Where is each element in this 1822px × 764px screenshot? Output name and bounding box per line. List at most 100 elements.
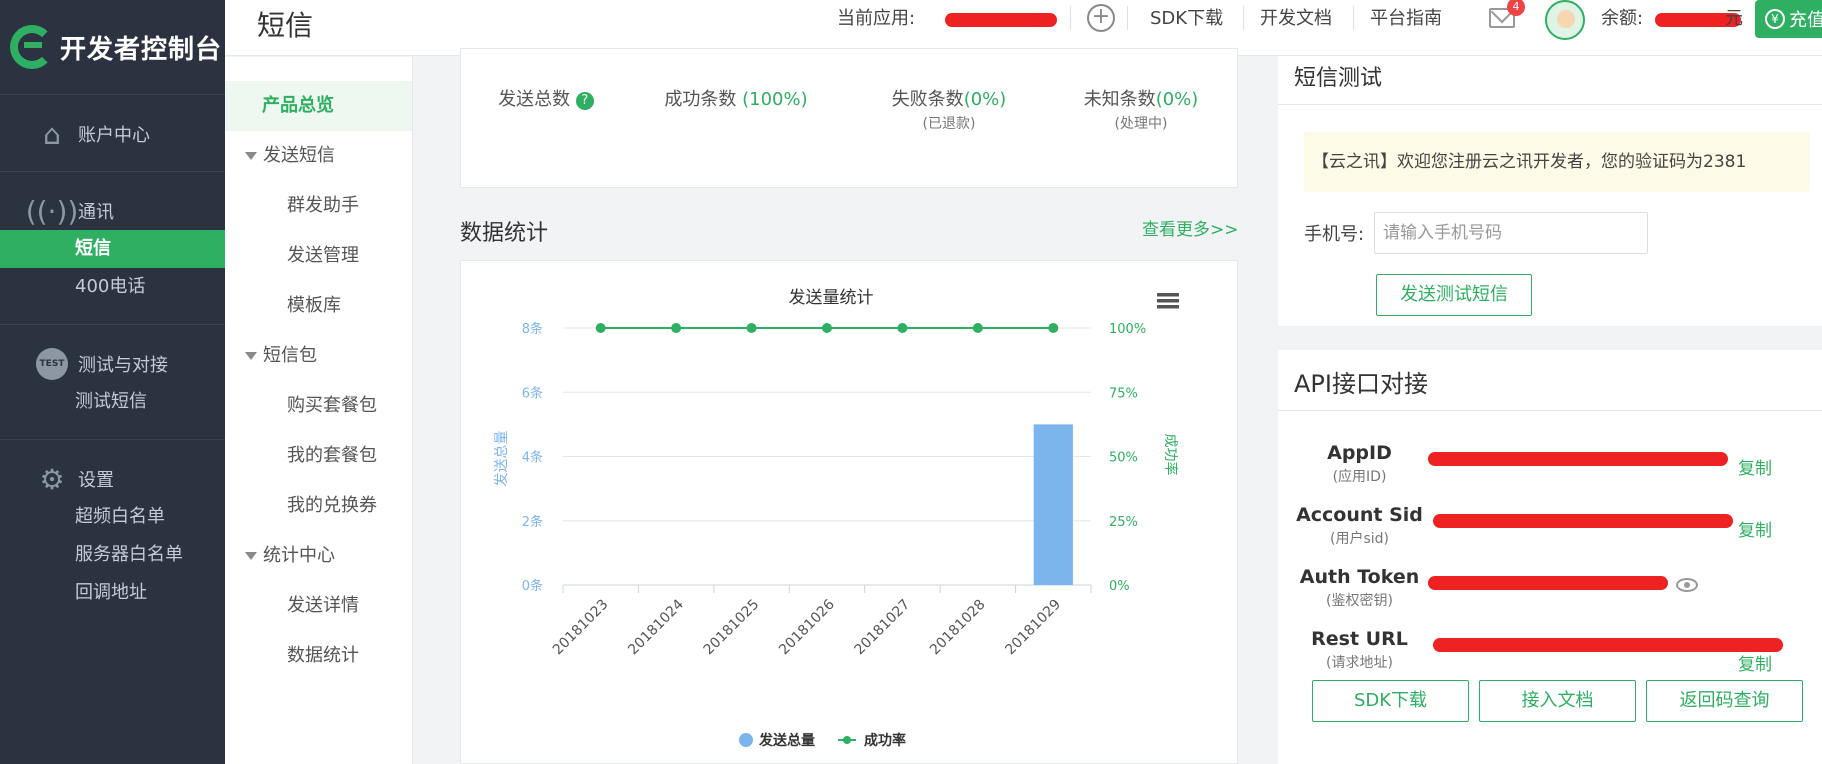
logo[interactable]: 开发者控制台 — [0, 0, 225, 95]
x-tick-label: 20181028 — [927, 597, 989, 659]
chart-title: 发送量统计 — [789, 288, 874, 308]
chart-bar — [1033, 424, 1073, 585]
divider — [1278, 104, 1822, 105]
stat-fail-pct: (0%) — [963, 89, 1007, 110]
credential-sublabel: (请求地址) — [1326, 655, 1393, 671]
submenu-group-label: 统计中心 — [263, 545, 335, 566]
recharge-label: 充值 — [1789, 10, 1822, 31]
main-sidebar: 开发者控制台 ⌂ 账户中心 ((·)) 通讯 短信 400电话 TEST 测试与… — [0, 0, 225, 764]
sidebar-item-400-phone[interactable]: 400电话 — [0, 268, 225, 306]
credential-label: AppID — [1327, 442, 1392, 464]
sms-preview-text: 【云之讯】欢迎您注册云之讯开发者，您的验证码为2381 — [1304, 132, 1810, 192]
y-tick-label: 6条 — [522, 385, 543, 401]
app-name-redaction[interactable] — [945, 13, 1057, 27]
y-tick-label: 4条 — [522, 450, 543, 466]
submenu-item-buy-package[interactable]: 购买套餐包 — [225, 381, 412, 431]
submenu-group-label: 短信包 — [263, 345, 317, 366]
sdk-download-link[interactable]: SDK下载 — [1150, 7, 1223, 31]
sidebar-item-test[interactable]: TEST 测试与对接 — [0, 345, 225, 383]
submenu-item-template-library[interactable]: 模板库 — [225, 281, 412, 331]
divider — [1353, 6, 1354, 30]
sidebar-item-sms[interactable]: 短信 — [0, 230, 225, 268]
platform-guide-link[interactable]: 平台指南 — [1370, 7, 1442, 31]
return-code-lookup-button[interactable]: 返回码查询 — [1646, 680, 1803, 722]
chart-card: 发送量统计 0条 0% 2条 25% 4条 50% 6条 75% 8条 100% 发送总量 成功率 201… — [460, 260, 1238, 764]
credential-sublabel: (鉴权密钥) — [1326, 593, 1393, 609]
submenu-item-overview[interactable]: 产品总览 — [225, 81, 412, 131]
submenu-group-send-sms[interactable]: 发送短信 — [225, 131, 412, 181]
submenu-item-my-packages[interactable]: 我的套餐包 — [225, 431, 412, 481]
show-token-eye-icon[interactable] — [1676, 578, 1698, 592]
submenu-group-stats-center[interactable]: 统计中心 — [225, 531, 412, 581]
hamburger-menu-icon[interactable] — [1157, 293, 1179, 309]
success-rate-point — [822, 323, 832, 333]
divider — [1278, 410, 1822, 411]
sidebar-item-test-sms[interactable]: 测试短信 — [0, 383, 225, 421]
submenu-item-bulk-assistant[interactable]: 群发助手 — [225, 181, 412, 231]
submenu-item-data-stats[interactable]: 数据统计 — [225, 631, 412, 681]
integration-docs-button[interactable]: 接入文档 — [1479, 680, 1636, 722]
copy-appid-button[interactable]: 复制 — [1738, 454, 1772, 479]
success-rate-point — [595, 323, 606, 333]
account-sid-value-redaction — [1433, 514, 1733, 528]
dev-docs-link[interactable]: 开发文档 — [1260, 7, 1332, 31]
stat-success-pct: (100%) — [742, 89, 808, 110]
sdk-download-button[interactable]: SDK下载 — [1312, 680, 1469, 722]
credential-sublabel: (应用ID) — [1332, 469, 1387, 485]
submenu-group-sms-package[interactable]: 短信包 — [225, 331, 412, 381]
legend-marker-total — [739, 733, 753, 747]
sidebar-item-overfreq-whitelist[interactable]: 超频白名单 — [0, 498, 225, 536]
y-tick-label: 8条 — [522, 321, 543, 337]
y2-tick-label: 25% — [1109, 515, 1138, 530]
sidebar-item-settings[interactable]: ⚙ 设置 — [0, 460, 225, 498]
stat-total-label: 发送总数 — [498, 89, 571, 110]
stat-fail-note: (已退款) — [922, 116, 976, 132]
sidebar-item-callback-url[interactable]: 回调地址 — [0, 574, 225, 612]
logo-mark-icon — [10, 25, 54, 69]
credential-row-rest-url: Rest URL (请求地址) 复制 — [1278, 628, 1822, 678]
phone-label: 手机号: — [1304, 224, 1365, 245]
stat-unknown-label: 未知条数 — [1083, 89, 1156, 110]
legend-label-total: 发送总量 — [758, 732, 815, 749]
help-question-icon[interactable]: ? — [575, 92, 594, 110]
credential-label: Rest URL — [1311, 628, 1408, 650]
test-icon-wrap: TEST — [32, 346, 72, 382]
copy-account-sid-button[interactable]: 复制 — [1738, 516, 1772, 541]
stat-unknown-note: (处理中) — [1114, 116, 1168, 132]
success-rate-point — [897, 323, 908, 333]
x-tick-label: 20181025 — [701, 597, 763, 659]
sidebar-item-label: 账户中心 — [78, 125, 150, 146]
y-axis-label: 发送总量 — [494, 431, 510, 487]
x-tick-label: 20181023 — [550, 597, 612, 659]
current-app-label: 当前应用: — [837, 8, 916, 29]
y-tick-label: 2条 — [522, 514, 543, 530]
x-tick-label: 20181027 — [852, 597, 914, 659]
submenu-item-send-management[interactable]: 发送管理 — [225, 231, 412, 281]
sidebar-group-settings: ⚙ 设置 超频白名单 服务器白名单 回调地址 — [0, 440, 225, 630]
success-rate-point — [1048, 323, 1059, 333]
copy-rest-url-button[interactable]: 复制 — [1738, 650, 1772, 675]
sidebar-item-server-whitelist[interactable]: 服务器白名单 — [0, 536, 225, 574]
submenu-item-send-details[interactable]: 发送详情 — [225, 581, 412, 631]
legend-marker-rate — [843, 736, 851, 744]
logo-text: 开发者控制台 — [60, 34, 223, 65]
sidebar-item-comm[interactable]: ((·)) 通讯 — [0, 192, 225, 230]
sidebar-item-account-center[interactable]: ⌂ 账户中心 — [0, 115, 225, 153]
add-app-plus-icon[interactable]: + — [1087, 4, 1115, 32]
send-test-sms-button[interactable]: 发送测试短信 — [1376, 274, 1532, 316]
submenu-group-label: 发送短信 — [263, 145, 335, 166]
product-submenu: 产品总览 发送短信 群发助手 发送管理 模板库 短信包 购买套餐包 我的套餐包 … — [225, 57, 413, 764]
caret-down-icon — [245, 552, 257, 560]
submenu-item-my-coupons[interactable]: 我的兑换券 — [225, 481, 412, 531]
stat-fail-label: 失败条数 — [891, 89, 964, 110]
y-tick-label: 0条 — [522, 578, 543, 594]
appid-value-redaction — [1428, 452, 1728, 466]
y2-tick-label: 50% — [1109, 451, 1138, 466]
view-more-link[interactable]: 查看更多>> — [1142, 215, 1239, 240]
recharge-button[interactable]: ¥ 充值 — [1755, 0, 1822, 38]
phone-input[interactable] — [1374, 212, 1648, 254]
stat-unknown-pct: (0%) — [1155, 89, 1199, 110]
avatar[interactable] — [1545, 0, 1585, 40]
test-icon: TEST — [36, 348, 68, 380]
caret-down-icon — [245, 152, 257, 160]
